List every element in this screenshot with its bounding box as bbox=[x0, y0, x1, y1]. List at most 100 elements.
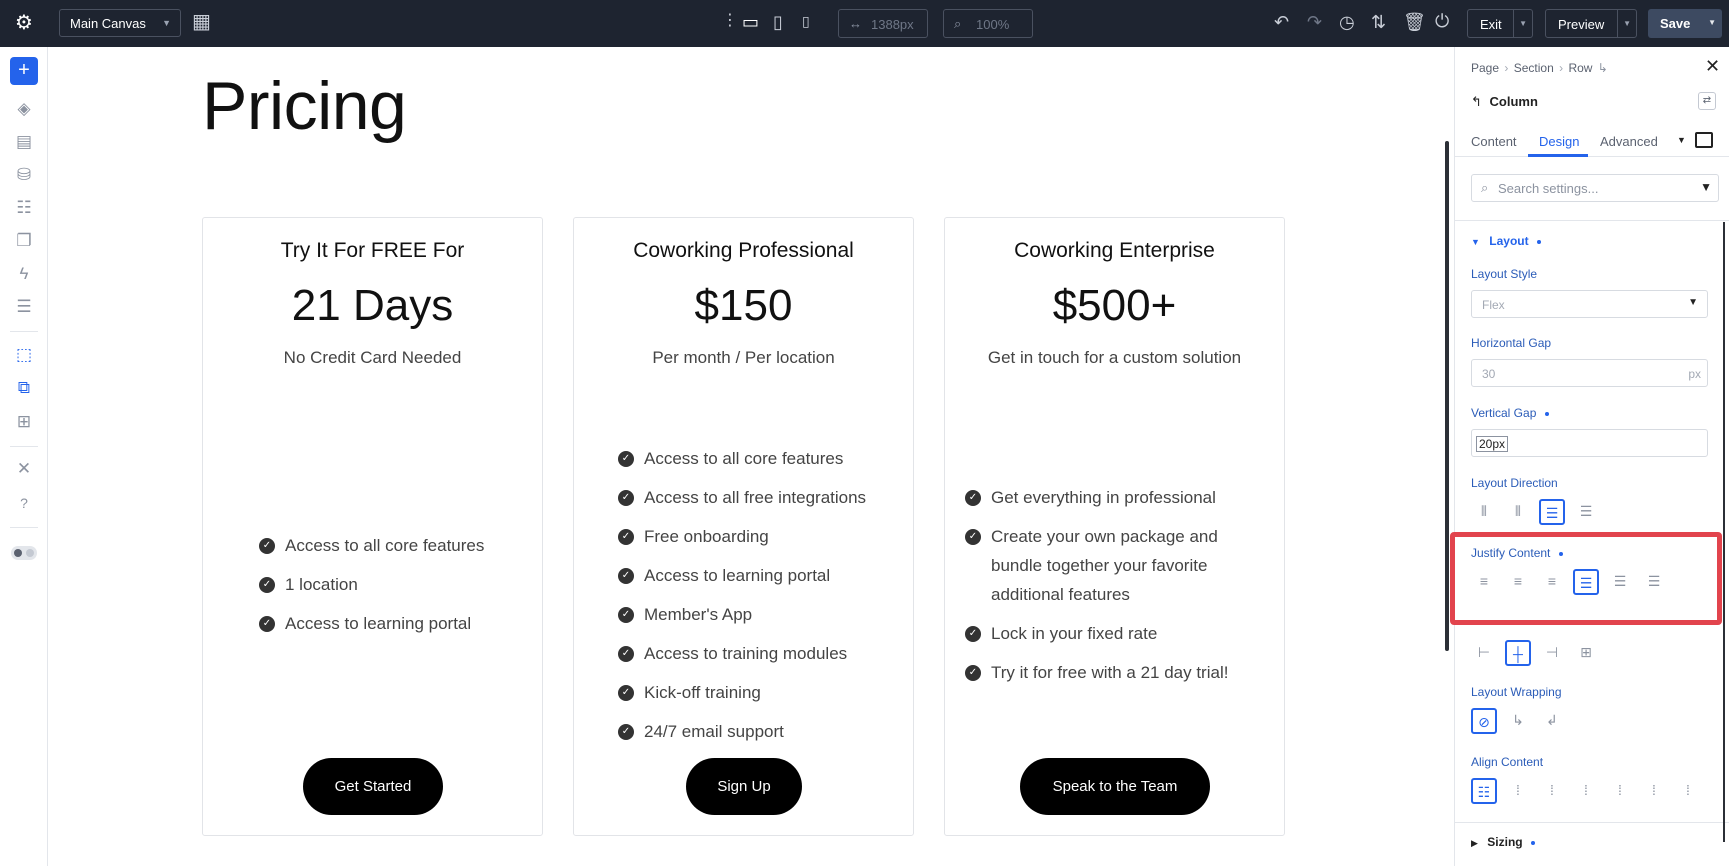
database-icon[interactable]: ⛁ bbox=[12, 163, 36, 187]
preview-button[interactable]: Preview ▼ bbox=[1545, 9, 1637, 38]
history-icon[interactable]: ◷ bbox=[1339, 13, 1355, 31]
check-icon: ✓ bbox=[259, 577, 275, 593]
trash-icon[interactable]: 🗑 bbox=[1403, 13, 1426, 31]
align-content-space-around-icon[interactable]: ⁞ bbox=[1607, 778, 1633, 804]
vertical-gap-input[interactable]: 20px bbox=[1471, 429, 1708, 457]
filter-icon[interactable]: ▼ bbox=[1700, 180, 1712, 194]
top-toolbar: ⚙ Main Canvas ▼ ▦ ⋮ ▭ ▯ ▯ ↔ 1388px ⌕ 100… bbox=[0, 0, 1729, 47]
back-arrow-icon[interactable]: ↰ bbox=[1471, 94, 1482, 109]
align-content-center-icon[interactable]: ⁞ bbox=[1505, 778, 1531, 804]
sort-icon[interactable]: ⇅ bbox=[1371, 13, 1386, 31]
theme-toggle[interactable] bbox=[11, 546, 37, 560]
save-button[interactable]: Save ▼ bbox=[1648, 9, 1722, 38]
desktop-view-icon[interactable]: ▭ bbox=[742, 13, 759, 31]
chevron-down-icon[interactable]: ▼ bbox=[1708, 18, 1716, 27]
wrap-icon[interactable]: ↳ bbox=[1505, 708, 1531, 734]
tab-advanced[interactable]: Advanced bbox=[1600, 134, 1658, 149]
canvas-width-field[interactable]: ↔ 1388px bbox=[838, 9, 928, 38]
align-content-stretch-icon[interactable]: ⁞ bbox=[1675, 778, 1701, 804]
add-element-button[interactable]: + bbox=[10, 57, 38, 85]
forms-icon[interactable]: ☷ bbox=[12, 196, 36, 220]
sign-up-button[interactable]: Sign Up bbox=[686, 758, 802, 815]
align-end-icon[interactable]: ⊣ bbox=[1539, 640, 1565, 666]
tablet-view-icon[interactable]: ▯ bbox=[773, 13, 783, 31]
pricing-card-professional[interactable]: Coworking Professional $150 Per month / … bbox=[573, 217, 914, 836]
sizing-section-toggle[interactable]: ▶ Sizing bbox=[1471, 835, 1535, 849]
select-element-icon[interactable]: ⬚ bbox=[12, 343, 36, 367]
direction-row-reverse-icon[interactable]: ⫴ bbox=[1505, 499, 1531, 525]
no-wrap-icon[interactable]: ⊘ bbox=[1471, 708, 1497, 734]
more-vertical-icon[interactable]: ⋮ bbox=[722, 13, 738, 29]
width-arrows-icon: ↔ bbox=[849, 16, 862, 31]
vertical-gap-label: Vertical Gap bbox=[1471, 406, 1549, 420]
grid-icon[interactable]: ▦ bbox=[192, 12, 211, 32]
direction-row-icon[interactable]: ⫴ bbox=[1471, 499, 1497, 525]
canvas-scrollbar[interactable] bbox=[1445, 141, 1449, 651]
pricing-card-free[interactable]: Try It For FREE For 21 Days No Credit Ca… bbox=[202, 217, 543, 836]
zoom-field[interactable]: ⌕ 100% bbox=[943, 9, 1033, 38]
chevron-down-icon[interactable]: ▼ bbox=[1623, 19, 1631, 28]
settings-search-input[interactable]: ⌕ Search settings... ▼ bbox=[1471, 174, 1719, 202]
pricing-card-enterprise[interactable]: Coworking Enterprise $500+ Get in touch … bbox=[944, 217, 1285, 836]
exit-button[interactable]: Exit ▼ bbox=[1467, 9, 1533, 38]
redo-icon[interactable]: ↷ bbox=[1307, 13, 1322, 31]
gear-icon[interactable]: ⚙ bbox=[15, 13, 33, 33]
help-icon[interactable]: ? bbox=[12, 491, 36, 515]
phone-view-icon[interactable]: ▯ bbox=[802, 14, 810, 28]
layout-section-toggle[interactable]: ▼ Layout bbox=[1471, 234, 1541, 248]
breadcrumb: Page › Section › Row ↳ bbox=[1471, 61, 1610, 75]
tools-icon[interactable]: ✕ bbox=[12, 457, 36, 481]
panel-scrollbar[interactable] bbox=[1723, 222, 1725, 842]
select-multiple-icon[interactable]: ⧉ bbox=[12, 376, 36, 400]
horizontal-gap-input[interactable]: 30 px bbox=[1471, 359, 1708, 387]
layout-style-select[interactable]: Flex ▼ bbox=[1471, 290, 1708, 318]
power-icon[interactable]: ⏻ bbox=[1435, 12, 1449, 30]
caret-right-icon: ▶ bbox=[1471, 838, 1478, 848]
chevron-down-icon[interactable]: ▼ bbox=[1519, 19, 1527, 28]
check-icon: ✓ bbox=[618, 685, 634, 701]
close-icon[interactable]: ✕ bbox=[1705, 56, 1720, 77]
align-stretch-icon[interactable]: ⊞ bbox=[1573, 640, 1599, 666]
direction-column-icon[interactable]: ☰ bbox=[1539, 499, 1565, 525]
modified-dot bbox=[1536, 239, 1541, 244]
undo-icon[interactable]: ↶ bbox=[1274, 13, 1289, 31]
breadcrumb-section[interactable]: Section bbox=[1514, 61, 1554, 75]
caret-down-icon: ▼ bbox=[1471, 237, 1480, 247]
align-content-space-evenly-icon[interactable]: ⁞ bbox=[1641, 778, 1667, 804]
vertical-gap-value: 20px bbox=[1476, 436, 1509, 452]
template-icon[interactable]: ⊞ bbox=[12, 410, 36, 434]
layers-icon[interactable]: ◈ bbox=[12, 97, 36, 121]
vertical-gap-label-text: Vertical Gap bbox=[1471, 406, 1537, 420]
divider bbox=[10, 527, 38, 528]
list-icon[interactable]: ☰ bbox=[12, 295, 36, 319]
canvas-select[interactable]: Main Canvas ▼ bbox=[59, 9, 181, 37]
exit-label: Exit bbox=[1480, 17, 1502, 32]
align-center-icon[interactable]: ┼ bbox=[1505, 640, 1531, 666]
feature-item: Free onboarding bbox=[644, 527, 769, 546]
bolt-icon[interactable]: ϟ bbox=[12, 262, 36, 286]
align-start-icon[interactable]: ⊢ bbox=[1471, 640, 1497, 666]
speak-to-team-button[interactable]: Speak to the Team bbox=[1020, 758, 1210, 815]
wrap-reverse-icon[interactable]: ↲ bbox=[1539, 708, 1565, 734]
align-content-space-between-icon[interactable]: ⁞ bbox=[1573, 778, 1599, 804]
breadcrumb-page[interactable]: Page bbox=[1471, 61, 1499, 75]
chevron-down-icon[interactable]: ▼ bbox=[1677, 135, 1686, 145]
pages-icon[interactable]: ❐ bbox=[12, 229, 36, 253]
check-icon: ✓ bbox=[618, 646, 634, 662]
breadcrumb-row[interactable]: Row bbox=[1568, 61, 1592, 75]
tab-content[interactable]: Content bbox=[1471, 134, 1517, 149]
card-subtitle: No Credit Card Needed bbox=[283, 348, 462, 367]
unit-label[interactable]: px bbox=[1688, 367, 1701, 381]
sizing-section-title: Sizing bbox=[1487, 835, 1523, 849]
responsive-preview-icon[interactable] bbox=[1695, 132, 1713, 148]
feature-item: bundle together your favorite bbox=[991, 556, 1208, 575]
align-content-end-icon[interactable]: ⁞ bbox=[1539, 778, 1565, 804]
canvas-width-value: 1388px bbox=[871, 17, 914, 32]
layout-style-label-text: Layout Style bbox=[1471, 267, 1538, 281]
tab-design[interactable]: Design bbox=[1539, 134, 1579, 149]
get-started-button[interactable]: Get Started bbox=[303, 758, 443, 815]
direction-column-reverse-icon[interactable]: ☰ bbox=[1573, 499, 1599, 525]
design-library-icon[interactable]: ▤ bbox=[12, 130, 36, 154]
align-content-start-icon[interactable]: ☷ bbox=[1471, 778, 1497, 804]
element-options-icon[interactable]: ⇄ bbox=[1698, 92, 1716, 110]
